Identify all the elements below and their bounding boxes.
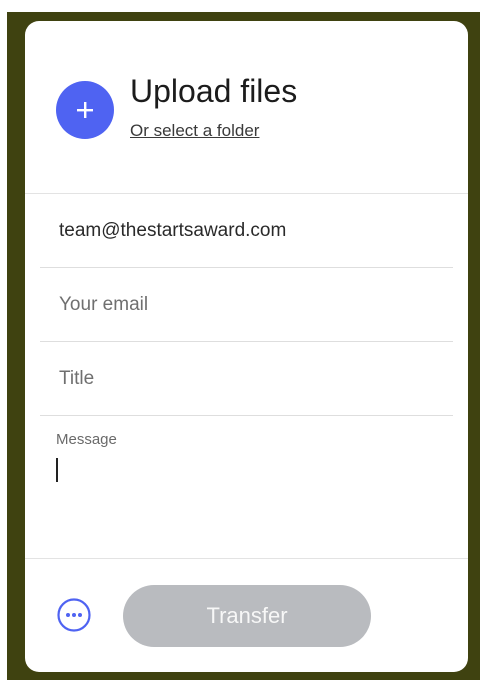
footer-divider	[25, 558, 468, 559]
upload-header: Upload files Or select a folder	[25, 21, 468, 193]
message-label: Message	[56, 431, 117, 448]
recipient-value: team@thestartsaward.com	[59, 219, 287, 241]
transfer-button[interactable]: Transfer	[123, 585, 371, 647]
upload-panel: Upload files Or select a folder team@the…	[25, 21, 468, 672]
more-options-icon	[57, 598, 91, 632]
your-email-field[interactable]: Your email	[40, 268, 453, 341]
plus-icon	[77, 102, 93, 118]
recipient-field[interactable]: team@thestartsaward.com	[40, 194, 453, 267]
select-folder-link[interactable]: Or select a folder	[130, 121, 259, 141]
title-field[interactable]: Title	[40, 342, 453, 415]
more-options-button[interactable]	[56, 597, 92, 633]
add-files-button[interactable]	[56, 81, 114, 139]
title-placeholder: Title	[59, 367, 95, 389]
text-caret	[56, 458, 58, 482]
upload-files-title[interactable]: Upload files	[130, 73, 297, 110]
your-email-placeholder: Your email	[59, 293, 149, 315]
